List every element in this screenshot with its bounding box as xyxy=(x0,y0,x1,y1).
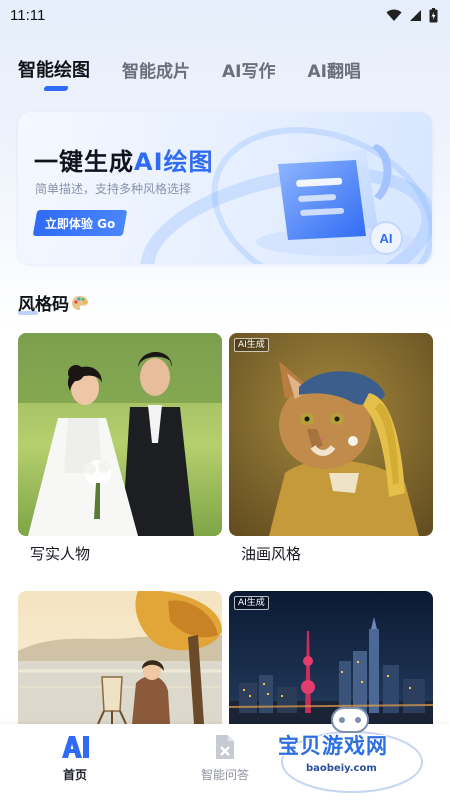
ai-home-icon xyxy=(62,736,89,758)
card-image xyxy=(18,333,222,536)
nav-home-label: 首页 xyxy=(62,768,87,782)
banner-title-prefix: 一键生成 xyxy=(34,148,134,176)
card-label: 写实人物 xyxy=(30,545,91,563)
banner-subtitle: 简单描述，支持多种风格选择 xyxy=(35,182,192,196)
document-icon xyxy=(216,735,234,759)
ai-drawing-banner[interactable]: 一键生成AI绘图 简单描述，支持多种风格选择 立即体验 Go AI xyxy=(18,112,432,264)
watermark-text: 宝贝游戏网 xyxy=(278,734,388,758)
banner-title: 一键生成AI绘图 xyxy=(34,142,214,177)
try-now-label: 立即体验 Go xyxy=(45,216,116,231)
tab-smart-video[interactable]: 智能成片 xyxy=(122,57,190,82)
tab-smart-drawing[interactable]: 智能绘图 xyxy=(18,56,90,82)
banner-title-highlight: AI绘图 xyxy=(134,148,214,176)
watermark-url: baobeiy.com xyxy=(306,763,377,774)
ai-generated-tag: AI生成 xyxy=(234,596,269,610)
wedding-photo-image xyxy=(18,333,222,536)
nav-smart-qa-label: 智能问答 xyxy=(200,768,249,782)
battery-icon xyxy=(429,7,438,22)
style-card-illustration[interactable] xyxy=(18,591,222,724)
tab-ai-writing[interactable]: AI写作 xyxy=(222,57,275,82)
status-icons xyxy=(386,7,438,23)
style-card-oil-painting[interactable]: AI生成 油画风格 xyxy=(229,333,433,563)
style-card-realistic-portrait[interactable]: 写实人物 xyxy=(18,333,222,563)
card-image xyxy=(18,591,222,724)
status-time: 11:11 xyxy=(10,6,46,24)
nav-home[interactable]: 首页 xyxy=(30,734,120,783)
try-now-button[interactable]: 立即体验 Go xyxy=(32,210,128,236)
palette-icon xyxy=(72,295,88,310)
status-bar: 11:11 xyxy=(0,0,450,30)
signal-icon xyxy=(410,9,421,21)
lake-painter-image xyxy=(18,591,222,724)
watermark: 宝贝游戏网 baobeiy.com xyxy=(268,700,428,796)
ai-generated-tag: AI生成 xyxy=(234,338,269,352)
tab-ai-cover-song[interactable]: AI翻唱 xyxy=(307,57,360,82)
wifi-icon xyxy=(386,9,402,21)
nav-smart-qa[interactable]: 智能问答 xyxy=(180,734,270,783)
top-tabs: 智能绘图 智能成片 AI写作 AI翻唱 xyxy=(18,56,361,91)
oil-painting-cat-image xyxy=(229,333,433,536)
active-tab-indicator xyxy=(43,86,69,91)
card-label: 油画风格 xyxy=(241,545,302,563)
section-title-underline xyxy=(18,311,38,315)
card-image: AI生成 xyxy=(229,333,433,536)
banner-ai-badge: AI xyxy=(380,231,393,246)
document-illustration-icon: AI xyxy=(256,144,416,256)
